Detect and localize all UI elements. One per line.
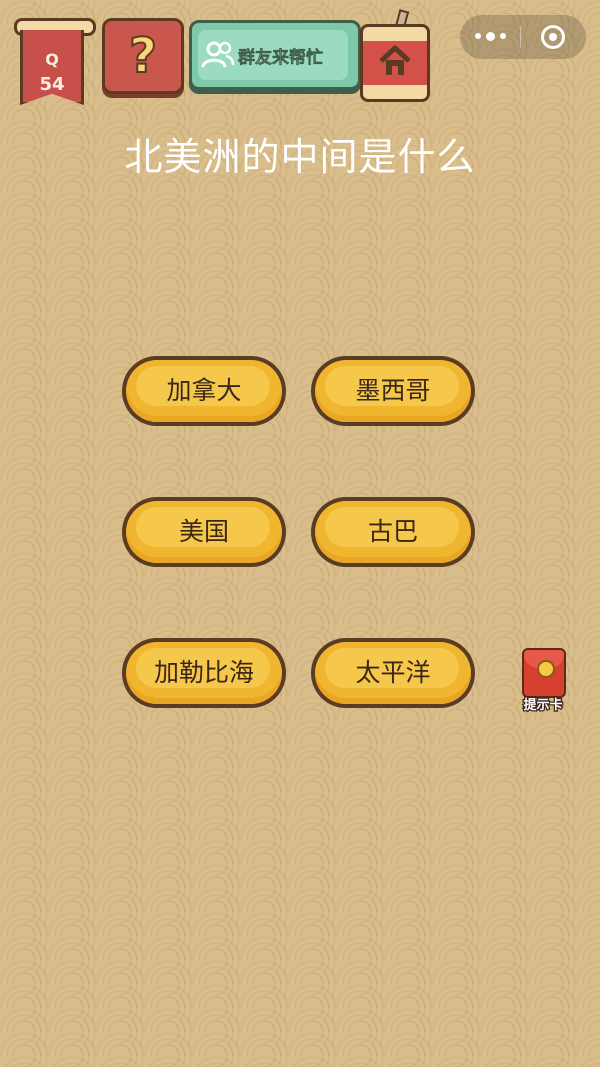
group-users-icon <box>198 35 238 75</box>
option-label: 美国 <box>178 517 229 546</box>
hint-card-button[interactable]: 提示卡 <box>516 648 570 714</box>
home-icon <box>377 43 413 79</box>
share-button-label: 群友来帮忙 <box>238 47 324 68</box>
option-label: 加拿大 <box>166 376 242 405</box>
home-box <box>360 24 430 102</box>
more-dots-icon[interactable] <box>460 31 520 41</box>
close-circle-icon[interactable] <box>521 25 585 49</box>
level-badge: Q 54 <box>14 14 96 105</box>
home-button[interactable] <box>360 9 430 102</box>
hint-card-label: 提示卡 <box>522 697 564 715</box>
option-label: 太平洋 <box>355 658 431 687</box>
option-button[interactable]: 美国 <box>122 497 286 567</box>
level-prefix: Q <box>45 50 59 69</box>
share-button-inner: 群友来帮忙 <box>198 30 348 80</box>
option-button[interactable]: 古巴 <box>311 497 475 567</box>
option-button[interactable]: 太平洋 <box>311 638 475 708</box>
option-button[interactable]: 加勒比海 <box>122 638 286 708</box>
question-text: 北美洲的中间是什么 <box>124 135 476 179</box>
option-button[interactable]: 加拿大 <box>122 356 286 426</box>
level-number: 54 <box>39 74 65 95</box>
share-help-button[interactable]: 群友来帮忙 <box>189 20 361 90</box>
option-label: 加勒比海 <box>153 658 254 687</box>
option-label: 墨西哥 <box>355 376 431 405</box>
mini-program-capsule <box>460 15 586 59</box>
red-envelope-icon <box>522 648 566 698</box>
option-label: 古巴 <box>367 517 418 546</box>
option-button[interactable]: 墨西哥 <box>311 356 475 426</box>
help-button[interactable]: ? <box>102 18 184 94</box>
question-mark-icon: ? <box>128 28 158 84</box>
